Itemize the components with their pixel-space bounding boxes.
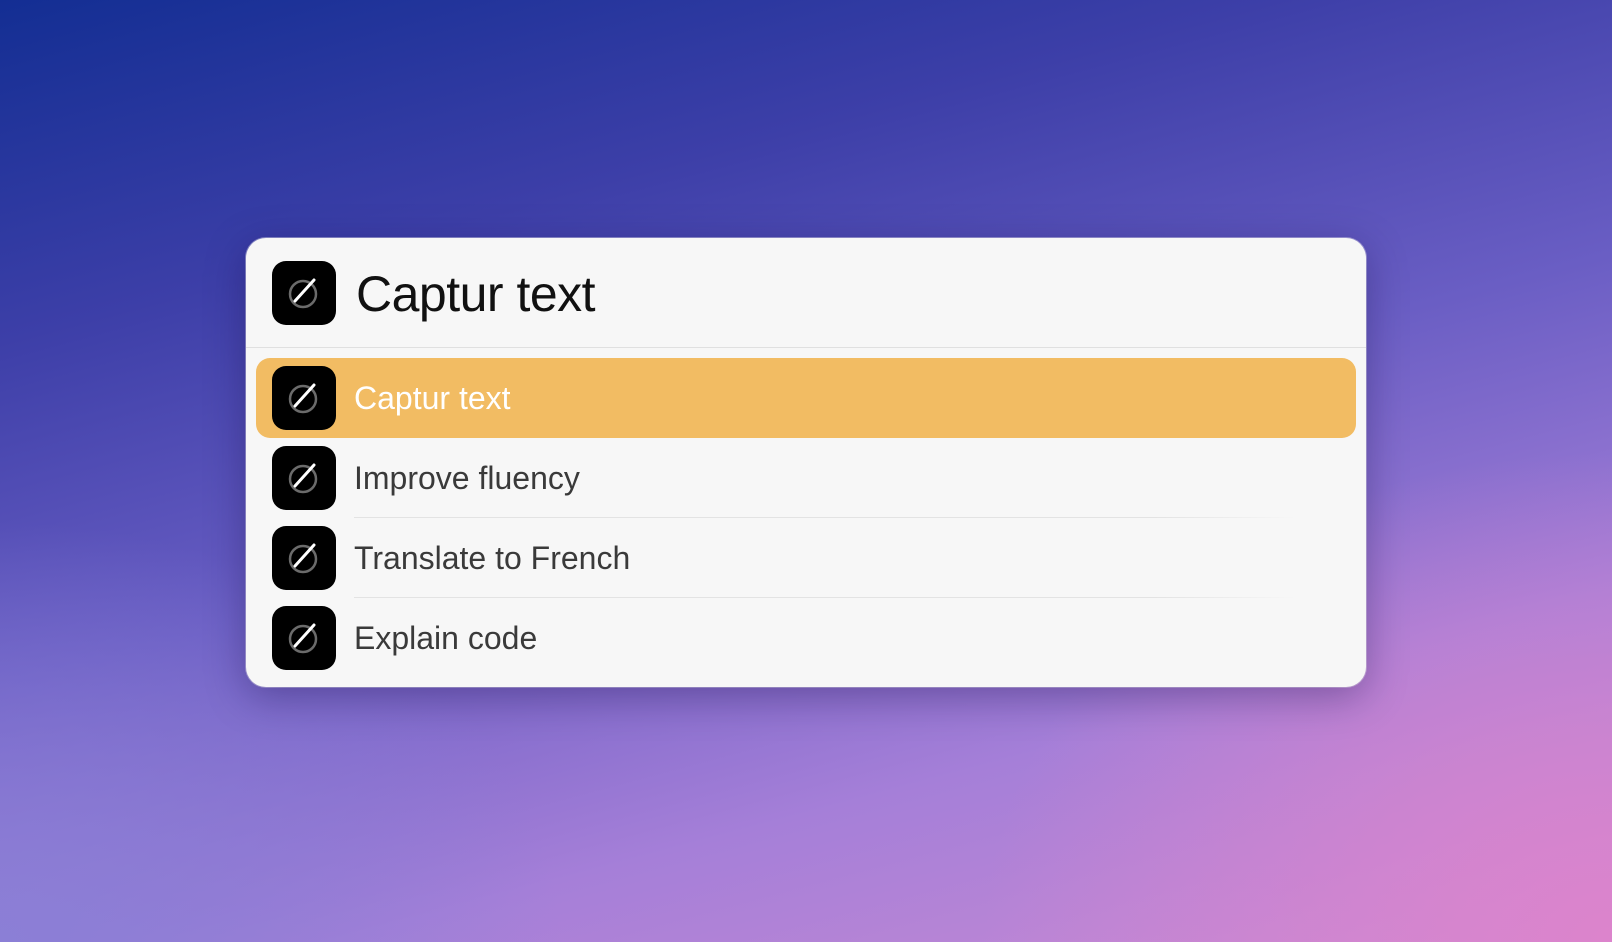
command-item-label: Translate to French	[354, 540, 631, 576]
command-item-explain-code[interactable]: Explain code	[246, 598, 1366, 678]
command-item-label: Improve fluency	[354, 460, 580, 496]
captur-app-icon	[272, 366, 336, 430]
search-query-text[interactable]: Captur text	[356, 264, 596, 324]
command-item-improve-fluency[interactable]: Improve fluency	[246, 438, 1366, 518]
command-palette: Captur text Captur text Improve fluency	[246, 238, 1366, 687]
command-item-translate-to-french[interactable]: Translate to French	[246, 518, 1366, 598]
command-list: Captur text Improve fluency Translate to…	[246, 358, 1366, 678]
captur-app-icon	[272, 606, 336, 670]
command-item-label: Explain code	[354, 620, 538, 656]
command-item-captur-text[interactable]: Captur text	[246, 358, 1366, 438]
captur-app-icon	[272, 526, 336, 590]
captur-app-icon	[272, 446, 336, 510]
palette-header: Captur text	[246, 238, 1366, 348]
captur-app-icon	[272, 261, 336, 325]
command-item-label: Captur text	[354, 380, 511, 416]
